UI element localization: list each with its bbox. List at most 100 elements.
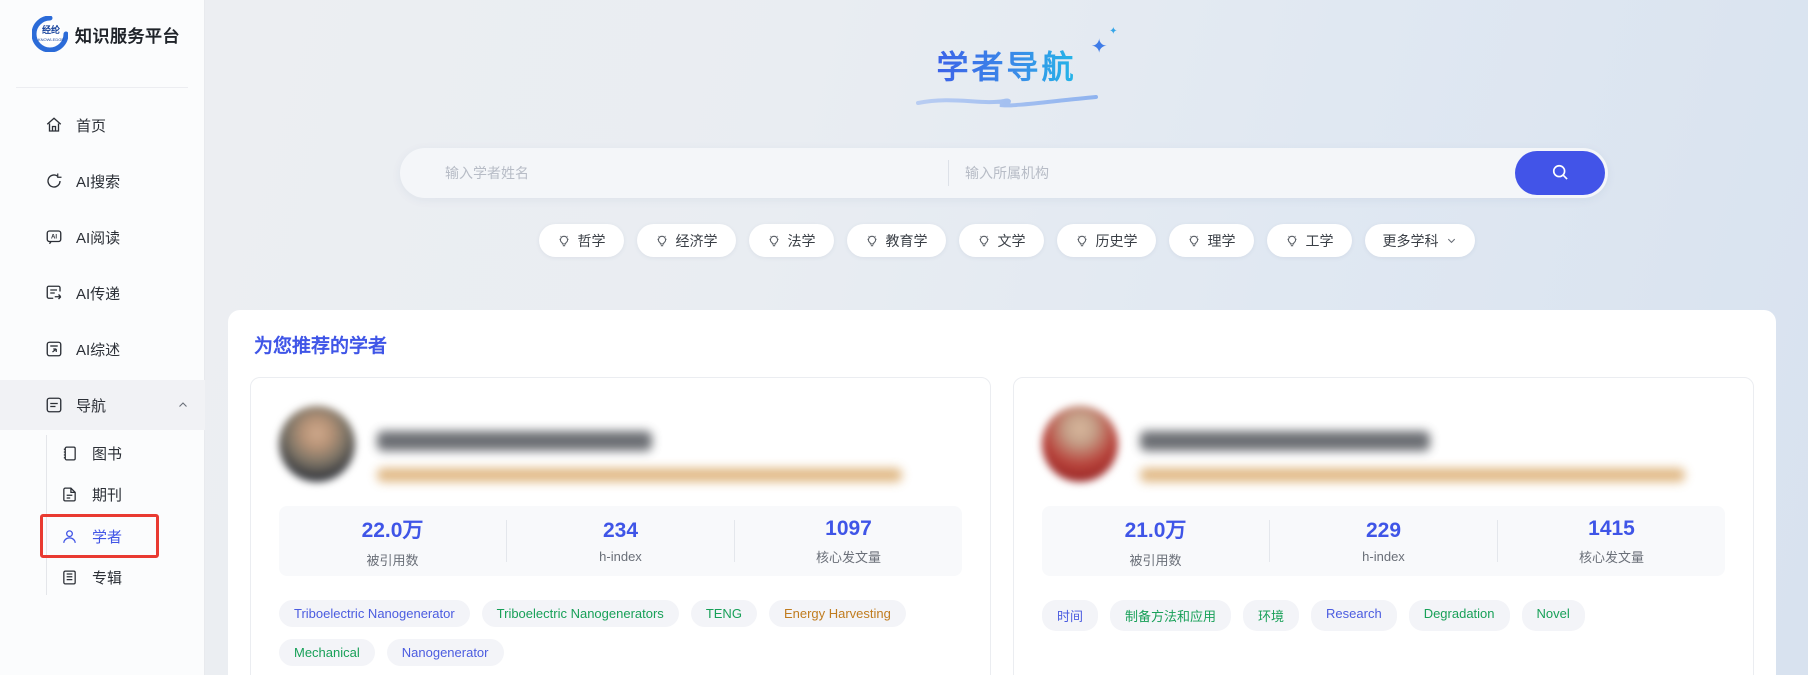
discipline-label: 工学	[1305, 232, 1334, 249]
stat-value: 1415	[1588, 516, 1635, 540]
recommended-scholars-panel: 为您推荐的学者 22.0万 被引用数 234 h-index 1097 核心发文…	[228, 310, 1776, 675]
research-tag[interactable]: Research	[1311, 600, 1397, 631]
scholar-search-bar	[400, 148, 1608, 198]
discipline-pill-engineering[interactable]: 工学	[1266, 224, 1352, 257]
bulb-icon	[558, 235, 569, 246]
journal-icon	[60, 485, 79, 504]
research-tag[interactable]: TENG	[690, 600, 757, 627]
research-tag[interactable]: Mechanical	[279, 639, 375, 666]
stat-citations: 22.0万 被引用数	[279, 514, 506, 569]
sidebar-item-label: 学者	[92, 528, 123, 546]
sidebar-section-navigation[interactable]: 导航	[0, 380, 205, 430]
sidebar-item-home[interactable]: 首页	[0, 105, 205, 145]
scholar-card[interactable]: 21.0万 被引用数 229 h-index 1415 核心发文量 时间 制备方…	[1013, 377, 1754, 675]
svg-text:经纶: 经纶	[42, 24, 60, 35]
bulb-icon	[1188, 235, 1199, 246]
research-tag[interactable]: Novel	[1521, 600, 1585, 631]
sidebar-item-scholars[interactable]: 学者	[0, 516, 205, 556]
scholar-card-header	[1042, 406, 1725, 482]
more-disciplines-dropdown[interactable]: 更多学科	[1364, 224, 1475, 257]
title-underline-squiggle	[915, 95, 1098, 108]
sidebar-item-label: 专辑	[92, 569, 123, 587]
discipline-label: 历史学	[1095, 232, 1138, 249]
sidebar-item-label: AI阅读	[76, 229, 121, 247]
research-tag[interactable]: Degradation	[1408, 600, 1510, 631]
sidebar-item-label: AI综述	[76, 341, 121, 359]
scholar-card[interactable]: 22.0万 被引用数 234 h-index 1097 核心发文量 Triboe…	[250, 377, 991, 675]
discipline-pill-education[interactable]: 教育学	[846, 224, 946, 257]
research-tag[interactable]: 时间	[1042, 600, 1099, 631]
stat-core-publications: 1415 核心发文量	[1498, 517, 1725, 566]
bulb-icon	[1286, 235, 1297, 246]
scholar-identity	[1140, 406, 1685, 482]
svg-text:KNOWLEDGE: KNOWLEDGE	[38, 37, 64, 42]
research-tag[interactable]: Triboelectric Nanogenerators	[481, 600, 679, 627]
chevron-down-icon	[1446, 235, 1457, 246]
brand-logo[interactable]: 经纶 KNOWLEDGE 知识服务平台	[31, 15, 180, 53]
discipline-pill-history[interactable]: 历史学	[1056, 224, 1156, 257]
discipline-pill-science[interactable]: 理学	[1168, 224, 1254, 257]
chevron-up-icon	[177, 399, 189, 411]
sidebar-item-label: AI传递	[76, 285, 121, 303]
sidebar-item-books[interactable]: 图书	[0, 433, 205, 473]
institution-input[interactable]	[949, 148, 1608, 198]
sidebar-item-ai-review[interactable]: AI综述	[0, 329, 205, 369]
scholar-stats: 21.0万 被引用数 229 h-index 1415 核心发文量	[1042, 506, 1725, 576]
ai-read-icon: AI	[44, 228, 63, 247]
bulb-icon	[656, 235, 667, 246]
stat-label: h-index	[1362, 548, 1405, 564]
stat-value: 1097	[825, 516, 872, 540]
bulb-icon	[978, 235, 989, 246]
discipline-pill-philosophy[interactable]: 哲学	[538, 224, 624, 257]
discipline-pill-economics[interactable]: 经济学	[636, 224, 736, 257]
brand-title: 知识服务平台	[75, 26, 180, 46]
research-tag[interactable]: Nanogenerator	[386, 639, 504, 666]
stat-label: 被引用数	[366, 552, 419, 568]
stat-label: 核心发文量	[1578, 549, 1644, 565]
search-button[interactable]	[1515, 151, 1605, 195]
sidebar-item-journals[interactable]: 期刊	[0, 474, 205, 514]
research-tag[interactable]: Energy Harvesting	[768, 600, 906, 627]
search-icon	[1550, 162, 1570, 185]
sidebar-item-label: 导航	[76, 397, 107, 415]
scholar-name-input[interactable]	[400, 148, 948, 198]
research-tags: 时间 制备方法和应用 环境 Research Degradation Novel	[1042, 600, 1725, 631]
scholar-name-blurred	[377, 431, 652, 451]
research-tag[interactable]: 制备方法和应用	[1110, 600, 1232, 631]
stat-hindex: 234 h-index	[507, 519, 734, 564]
sidebar-item-albums[interactable]: 专辑	[0, 557, 205, 597]
research-tag[interactable]: Triboelectric Nanogenerator	[279, 600, 470, 627]
stat-value: 234	[602, 518, 639, 542]
research-tag[interactable]: 环境	[1243, 600, 1300, 631]
sidebar-item-ai-search[interactable]: AI搜索	[0, 161, 205, 201]
discipline-label: 经济学	[675, 232, 718, 249]
scholar-stats: 22.0万 被引用数 234 h-index 1097 核心发文量	[279, 506, 962, 576]
sidebar-item-ai-deliver[interactable]: AI传递	[0, 273, 205, 313]
stat-core-publications: 1097 核心发文量	[735, 517, 962, 566]
research-tags: Triboelectric Nanogenerator Triboelectri…	[279, 600, 962, 666]
stat-citations: 21.0万 被引用数	[1042, 514, 1269, 569]
album-icon	[60, 568, 79, 587]
stat-value: 21.0万	[1124, 518, 1187, 542]
stat-hindex: 229 h-index	[1270, 519, 1497, 564]
scholar-name-blurred	[1140, 431, 1430, 451]
bulb-icon	[866, 235, 877, 246]
stat-label: 核心发文量	[815, 549, 881, 565]
page-title: 学者导航 ✦ ✦	[936, 26, 1117, 88]
svg-text:AI: AI	[51, 235, 57, 241]
discipline-label: 文学	[997, 232, 1026, 249]
scholar-identity	[377, 406, 902, 482]
stat-label: 被引用数	[1129, 552, 1182, 568]
stat-value: 22.0万	[361, 518, 424, 542]
ai-review-icon	[44, 340, 63, 359]
scholar-avatar	[1042, 406, 1118, 482]
stat-label: h-index	[599, 548, 642, 564]
sparkle-icon: ✦	[1090, 36, 1111, 58]
bulb-icon	[768, 235, 779, 246]
discipline-label: 哲学	[577, 232, 606, 249]
discipline-label: 教育学	[885, 232, 928, 249]
sidebar-item-label: AI搜索	[76, 173, 121, 191]
discipline-pill-literature[interactable]: 文学	[958, 224, 1044, 257]
sidebar-item-ai-read[interactable]: AI AI阅读	[0, 217, 205, 257]
discipline-pill-law[interactable]: 法学	[748, 224, 834, 257]
